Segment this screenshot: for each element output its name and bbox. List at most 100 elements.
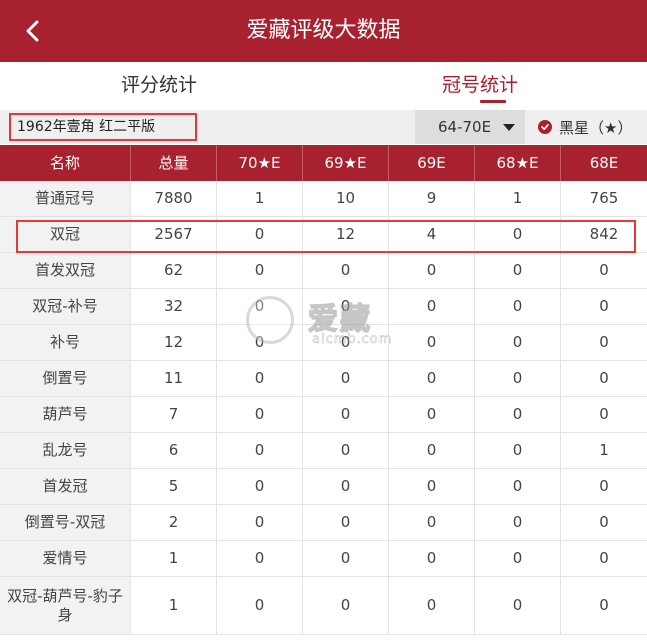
column-header: 68E xyxy=(589,154,619,172)
value-cell: 0 xyxy=(217,325,303,360)
table-row: 倒置号-双冠 2 0 0 0 0 0 xyxy=(0,505,647,541)
black-star-toggle[interactable]: 黑星（★） xyxy=(538,110,632,144)
value-cell: 0 xyxy=(599,297,609,315)
row-name-cell: 乱龙号 xyxy=(0,433,131,468)
value-cell: 0 xyxy=(217,361,303,396)
value-cell: 0 xyxy=(217,469,303,504)
active-tab-indicator xyxy=(480,100,506,103)
value-cell: 0 xyxy=(475,469,561,504)
value-cell: 2567 xyxy=(131,217,217,252)
check-circle-icon xyxy=(538,120,552,134)
value-cell: 2 xyxy=(131,505,217,540)
value-cell: 0 xyxy=(389,505,475,540)
value-cell: 0 xyxy=(303,541,389,576)
app-header: 爱藏评级大数据 xyxy=(0,0,647,62)
table-row: 爱情号 1 0 0 0 0 0 xyxy=(0,541,647,577)
value-cell: 12 xyxy=(303,217,389,252)
value-cell: 11 xyxy=(131,361,217,396)
column-header: 70★E xyxy=(217,145,303,181)
value-cell: 0 xyxy=(303,325,389,360)
table-row: 补号 12 0 0 0 0 0 xyxy=(0,325,647,361)
value-cell: 0 xyxy=(475,577,561,634)
value-cell: 32 xyxy=(131,289,217,324)
value-cell: 0 xyxy=(599,405,609,423)
value-cell: 0 xyxy=(475,289,561,324)
table-body: 普通冠号 7880 1 10 9 1 765 双冠 2567 0 12 4 0 842 首发双冠 62 0 0 0 0… xyxy=(0,181,647,635)
value-cell: 0 xyxy=(475,541,561,576)
value-cell: 62 xyxy=(131,253,217,288)
value-cell: 1 xyxy=(475,181,561,216)
value-cell: 842 xyxy=(589,225,619,243)
value-cell: 0 xyxy=(389,541,475,576)
value-cell: 0 xyxy=(303,505,389,540)
tab-score-stats[interactable]: 评分统计 xyxy=(121,72,197,98)
row-name-cell: 首发冠 xyxy=(0,469,131,504)
table-row: 首发冠 5 0 0 0 0 0 xyxy=(0,469,647,505)
value-cell: 0 xyxy=(217,289,303,324)
row-name-cell: 补号 xyxy=(0,325,131,360)
column-header: 68★E xyxy=(475,145,561,181)
value-cell: 0 xyxy=(303,253,389,288)
table-row: 双冠 2567 0 12 4 0 842 xyxy=(0,217,647,253)
value-cell: 0 xyxy=(475,325,561,360)
value-cell: 0 xyxy=(599,596,609,614)
value-cell: 0 xyxy=(389,289,475,324)
value-cell: 0 xyxy=(475,505,561,540)
value-cell: 0 xyxy=(389,253,475,288)
serial-stats-table: 名称 总量 70★E 69★E 69E 68★E 68E 普通冠号 7880 1 10… xyxy=(0,145,647,635)
value-cell: 0 xyxy=(217,505,303,540)
value-cell: 0 xyxy=(303,433,389,468)
value-cell: 0 xyxy=(475,397,561,432)
value-cell: 0 xyxy=(475,217,561,252)
tab-bar: 评分统计 冠号统计 xyxy=(0,62,647,110)
row-name-cell: 普通冠号 xyxy=(0,181,131,216)
tab-serial-stats[interactable]: 冠号统计 xyxy=(442,72,518,98)
column-header: 69E xyxy=(389,145,475,181)
table-header: 名称 总量 70★E 69★E 69E 68★E 68E xyxy=(0,145,647,181)
row-name-cell: 倒置号 xyxy=(0,361,131,396)
value-cell: 1 xyxy=(217,181,303,216)
column-header: 名称 xyxy=(0,145,131,181)
value-cell: 7880 xyxy=(131,181,217,216)
value-cell: 0 xyxy=(217,577,303,634)
row-name-cell: 双冠-葫芦号-豹子身 xyxy=(0,577,131,634)
value-cell: 0 xyxy=(389,577,475,634)
value-cell: 0 xyxy=(389,433,475,468)
caret-down-icon xyxy=(503,124,515,131)
row-name-cell: 葫芦号 xyxy=(0,397,131,432)
value-cell: 10 xyxy=(303,181,389,216)
row-name-cell: 双冠 xyxy=(0,217,131,252)
value-cell: 4 xyxy=(389,217,475,252)
black-star-label: 黑星（★） xyxy=(559,118,633,137)
value-cell: 0 xyxy=(217,433,303,468)
value-cell: 0 xyxy=(303,361,389,396)
value-cell: 9 xyxy=(389,181,475,216)
value-cell: 0 xyxy=(599,369,609,387)
value-cell: 0 xyxy=(389,397,475,432)
value-cell: 0 xyxy=(599,333,609,351)
value-cell: 0 xyxy=(475,433,561,468)
value-cell: 765 xyxy=(589,189,619,207)
table-row: 乱龙号 6 0 0 0 0 1 xyxy=(0,433,647,469)
value-cell: 0 xyxy=(303,397,389,432)
value-cell: 0 xyxy=(217,253,303,288)
column-header: 总量 xyxy=(131,145,217,181)
table-row: 葫芦号 7 0 0 0 0 0 xyxy=(0,397,647,433)
value-cell: 0 xyxy=(599,261,609,279)
value-cell: 0 xyxy=(217,397,303,432)
table-row: 普通冠号 7880 1 10 9 1 765 xyxy=(0,181,647,217)
value-cell: 0 xyxy=(599,477,609,495)
value-cell: 0 xyxy=(389,469,475,504)
range-dropdown[interactable]: 64-70E xyxy=(415,110,525,144)
value-cell: 0 xyxy=(217,217,303,252)
coin-selector[interactable]: 1962年壹角 红二平版 xyxy=(9,113,197,141)
row-name-cell: 爱情号 xyxy=(0,541,131,576)
value-cell: 7 xyxy=(131,397,217,432)
table-row: 倒置号 11 0 0 0 0 0 xyxy=(0,361,647,397)
value-cell: 0 xyxy=(303,289,389,324)
row-name-cell: 双冠-补号 xyxy=(0,289,131,324)
column-header: 69★E xyxy=(303,145,389,181)
value-cell: 0 xyxy=(475,361,561,396)
table-row: 双冠-补号 32 0 0 0 0 0 xyxy=(0,289,647,325)
value-cell: 5 xyxy=(131,469,217,504)
